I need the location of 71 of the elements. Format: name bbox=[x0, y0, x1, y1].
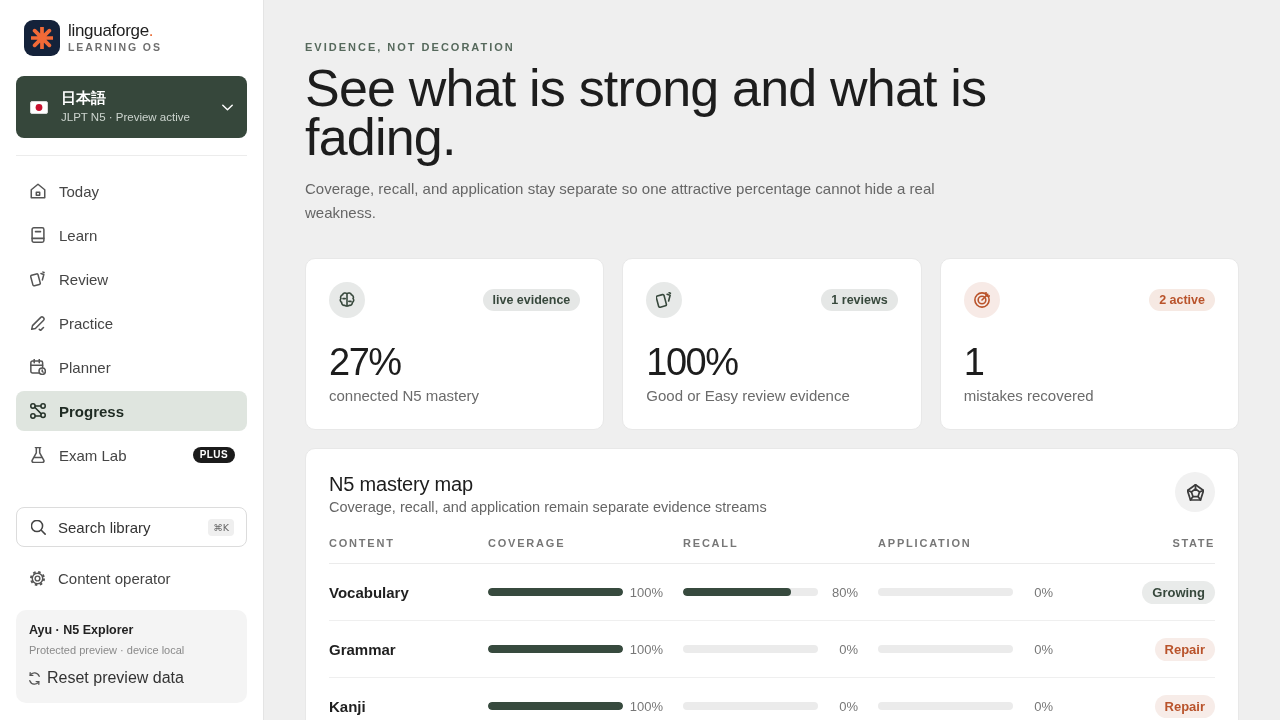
percent-reading: 100% bbox=[628, 698, 663, 714]
brand-tagline: LEARNING OS bbox=[68, 40, 162, 54]
percent-reading: 80% bbox=[830, 584, 858, 600]
stat-badge: 2 active bbox=[1149, 289, 1215, 311]
stat-label: Good or Easy review evidence bbox=[646, 386, 851, 406]
shortcut-key: ⌘K bbox=[208, 518, 234, 536]
stat-badge: live evidence bbox=[482, 289, 581, 311]
column-header: STATE bbox=[1172, 536, 1215, 551]
pencil-icon bbox=[30, 315, 46, 331]
percent-reading: 100% bbox=[628, 641, 663, 657]
percent-reading: 0% bbox=[1033, 584, 1053, 600]
search-icon bbox=[31, 519, 46, 535]
operator-link[interactable]: Content operator bbox=[16, 558, 247, 598]
chevron-icon bbox=[222, 103, 233, 111]
pentagon-icon bbox=[1186, 483, 1204, 501]
brain-icon bbox=[329, 282, 365, 318]
percent-reading: 0% bbox=[1033, 641, 1053, 657]
flag-icon bbox=[30, 100, 48, 114]
column-header: RECALL bbox=[683, 536, 740, 551]
asterisk-logo-icon bbox=[24, 20, 60, 56]
course-switcher[interactable]: 日本語 JLPT N5 · Preview active bbox=[16, 76, 247, 138]
search-input[interactable]: Search library bbox=[58, 518, 197, 536]
percent-reading: 0% bbox=[838, 698, 858, 714]
brand-name: linguaforge. bbox=[68, 22, 155, 40]
profile-note: Protected preview · device local bbox=[29, 643, 185, 658]
percent-reading: 100% bbox=[628, 584, 663, 600]
nodes-icon bbox=[30, 403, 46, 419]
stat-value: 27% bbox=[329, 342, 402, 382]
row-label: Grammar bbox=[329, 640, 397, 658]
book-icon bbox=[30, 227, 46, 243]
calendar-icon bbox=[30, 359, 46, 375]
nav-item[interactable]: Review bbox=[16, 259, 247, 299]
nav-item[interactable]: Exam Lab PLUS bbox=[16, 435, 247, 475]
column-header: COVERAGE bbox=[488, 536, 567, 551]
column-header: CONTENT bbox=[329, 536, 396, 551]
state-pill: Repair bbox=[1154, 694, 1215, 718]
card-subtitle: Coverage, recall, and application remain separate evidence streams bbox=[329, 498, 767, 517]
profile-name: Ayu · N5 Explorer bbox=[29, 622, 134, 638]
reset-button[interactable]: Reset preview data bbox=[29, 668, 184, 688]
tier-badge: PLUS bbox=[192, 447, 235, 463]
column-header: APPLICATION bbox=[878, 536, 973, 551]
nav-item[interactable]: Progress bbox=[16, 391, 247, 431]
settings-icon bbox=[30, 570, 45, 586]
card-title: N5 mastery map bbox=[329, 472, 474, 496]
row-label: Kanji bbox=[329, 697, 367, 715]
stat-label: mistakes recovered bbox=[963, 386, 1095, 406]
search-field[interactable]: Search library ⌘K bbox=[16, 507, 247, 547]
home-icon bbox=[30, 183, 46, 199]
language-name: 日本語 bbox=[61, 90, 107, 107]
percent-reading: 0% bbox=[838, 641, 858, 657]
state-pill: Growing bbox=[1142, 580, 1215, 604]
target-icon bbox=[963, 282, 1000, 318]
page-lede: Coverage, recall, and application stay separate so one attractive percentage cannot hide a real weakness. bbox=[305, 179, 936, 223]
stat-value: 100% bbox=[646, 342, 739, 382]
percent-reading: 0% bbox=[1033, 698, 1053, 714]
stat-badge: 1 reviews bbox=[821, 289, 898, 311]
nav-item[interactable]: Practice bbox=[16, 303, 247, 343]
flask-icon bbox=[30, 447, 46, 463]
state-pill: Repair bbox=[1154, 637, 1215, 661]
nav-item[interactable]: Learn bbox=[16, 215, 247, 255]
cards-icon bbox=[646, 282, 683, 318]
stat-label: connected N5 mastery bbox=[329, 386, 481, 406]
stat-value: 1 bbox=[963, 342, 985, 382]
chart-view-button[interactable] bbox=[1175, 472, 1215, 512]
cards-icon bbox=[30, 271, 46, 287]
course-status: JLPT N5 · Preview active bbox=[61, 110, 190, 124]
refresh-icon bbox=[29, 671, 40, 685]
nav-item[interactable]: Planner bbox=[16, 347, 247, 387]
row-label: Vocabulary bbox=[329, 583, 410, 601]
nav-item[interactable]: Today bbox=[16, 171, 247, 211]
section-eyebrow: EVIDENCE, NOT DECORATION bbox=[305, 40, 516, 54]
